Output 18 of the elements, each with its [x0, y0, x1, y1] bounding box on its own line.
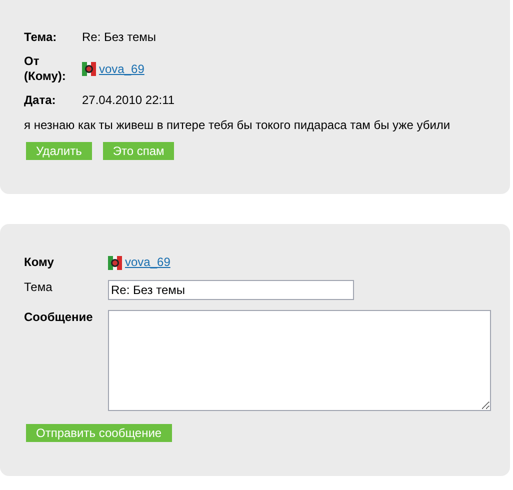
- user-link[interactable]: vova_69: [125, 255, 170, 270]
- null[interactable]: Удалить: [26, 142, 92, 160]
- subject-text: Re: Без темы: [82, 30, 158, 45]
- user-link[interactable]: vova_69: [99, 62, 144, 76]
- field-label: От (Кому):: [24, 54, 67, 84]
- avatar-icon: [108, 256, 122, 270]
- field-label: Тема: [24, 280, 54, 295]
- field-label: Кому: [24, 255, 55, 270]
- avatar-icon: [82, 62, 96, 76]
- null[interactable]: Отправить сообщение: [26, 424, 172, 442]
- field-label: Дата:: [24, 93, 57, 108]
- message-text: я незнаю как ты живеш в питере тебя бы токого пидараса там бы уже убили: [24, 118, 452, 133]
- date-text: 27.04.2010 22:11: [82, 93, 176, 108]
- field-label: Тема:: [24, 30, 58, 45]
- null[interactable]: Это спам: [102, 142, 174, 160]
- message-field[interactable]: [108, 310, 491, 411]
- subject-field[interactable]: Re: Без темы: [108, 280, 354, 300]
- field-label: Сообщение: [24, 310, 94, 325]
